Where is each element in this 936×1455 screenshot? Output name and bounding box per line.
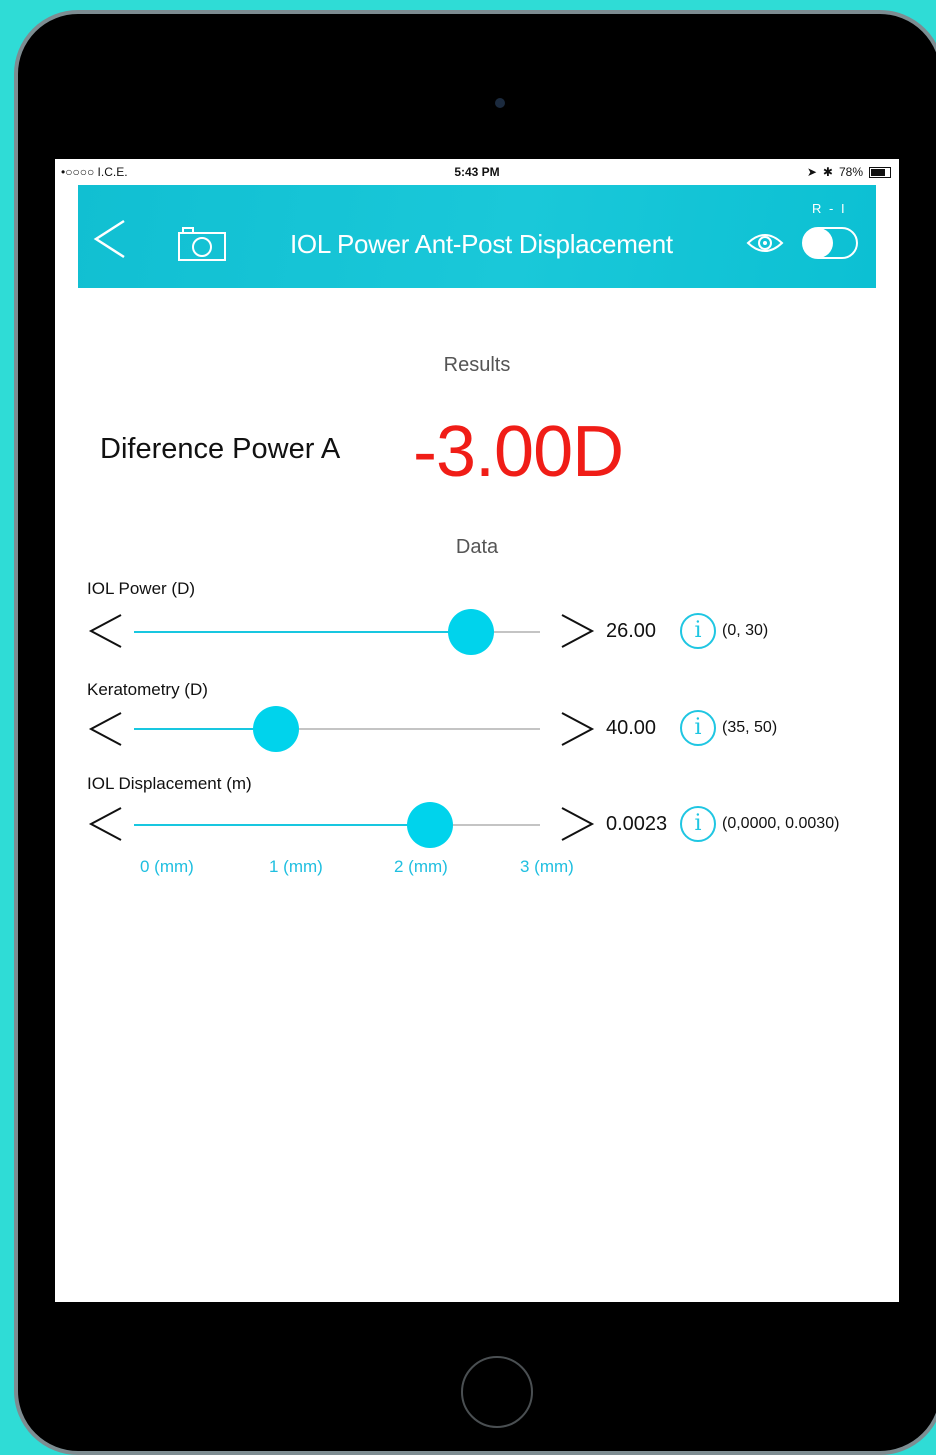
iol-power-label: IOL Power (D): [87, 579, 196, 598]
slider-thumb[interactable]: [407, 802, 454, 848]
results-heading: Results: [443, 354, 511, 376]
back-icon[interactable]: [92, 219, 132, 259]
slider-fill: [134, 631, 471, 633]
result-value: -3.00D: [413, 412, 624, 492]
home-button[interactable]: [461, 1356, 533, 1428]
iol-displacement-label: IOL Displacement (m): [87, 774, 252, 793]
status-time: 5:43 PM: [454, 165, 500, 179]
iol-displacement-value: 0.0023: [606, 813, 668, 835]
decrement-arrow-icon[interactable]: [87, 804, 127, 844]
bluetooth-icon: ✱: [822, 165, 833, 179]
battery-icon: [869, 166, 891, 178]
info-icon[interactable]: i: [680, 613, 716, 649]
iol-displacement-slider[interactable]: [134, 802, 540, 848]
info-icon[interactable]: i: [680, 806, 716, 842]
iol-displacement-range: (0,0000, 0.0030): [722, 815, 840, 832]
nav-bar: IOL Power Ant-Post Displacement R - I: [78, 185, 876, 288]
iol-power-value: 26.00: [606, 620, 657, 642]
keratometry-slider[interactable]: [134, 706, 540, 752]
location-icon: ➤: [806, 165, 817, 179]
iol-power-slider[interactable]: [134, 609, 540, 655]
info-icon[interactable]: i: [680, 710, 716, 746]
toggle-knob: [803, 228, 833, 258]
page-title: IOL Power Ant-Post Displacement: [290, 229, 673, 259]
tick-label: 0 (mm): [140, 857, 194, 876]
keratometry-label: Keratometry (D): [87, 680, 208, 699]
iol-power-range: (0, 30): [722, 622, 769, 639]
slider-fill: [134, 824, 431, 826]
status-bar: •○○○○ I.C.E. 5:43 PM ➤ ✱ 78%: [55, 159, 899, 185]
slider-thumb[interactable]: [447, 609, 494, 655]
tick-label: 3 (mm): [520, 857, 574, 876]
keratometry-value: 40.00: [606, 717, 657, 739]
camera-icon[interactable]: [178, 227, 226, 261]
increment-arrow-icon[interactable]: [556, 709, 596, 749]
slider-thumb[interactable]: [253, 706, 300, 752]
tick-label: 1 (mm): [269, 857, 323, 876]
keratometry-range: (35, 50): [722, 719, 778, 736]
increment-arrow-icon[interactable]: [556, 611, 596, 651]
front-camera: [495, 98, 505, 108]
decrement-arrow-icon[interactable]: [87, 709, 127, 749]
increment-arrow-icon[interactable]: [556, 804, 596, 844]
eye-icon[interactable]: [746, 231, 784, 255]
toggle-caption: R - I: [812, 201, 847, 216]
tick-label: 2 (mm): [394, 857, 448, 876]
battery-percent: 78%: [838, 165, 863, 179]
eye-side-toggle[interactable]: [802, 227, 858, 259]
decrement-arrow-icon[interactable]: [87, 611, 127, 651]
data-heading: Data: [455, 536, 499, 558]
app-screen: •○○○○ I.C.E. 5:43 PM ➤ ✱ 78% IOL Power A…: [55, 159, 899, 1302]
status-right: ➤ ✱ 78%: [807, 165, 891, 179]
result-label: Diference Power A: [100, 433, 341, 465]
